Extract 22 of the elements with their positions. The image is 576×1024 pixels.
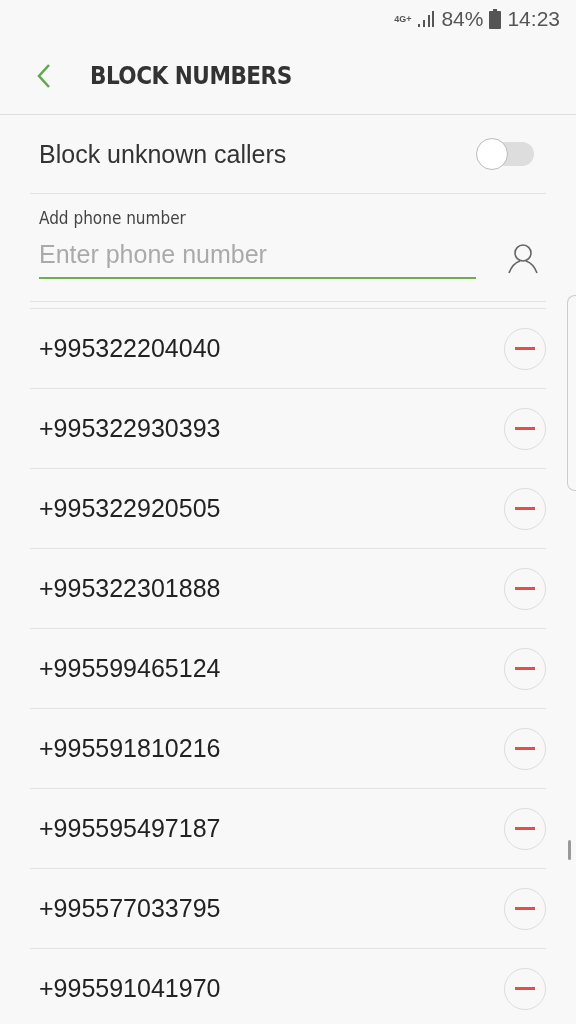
page-title: BLOCK NUMBERS: [90, 62, 292, 90]
field-label: Add phone number: [39, 208, 187, 228]
battery-percent: 84%: [441, 7, 484, 31]
phone-number: +995599465124: [39, 654, 221, 683]
signal-icon: [417, 10, 436, 28]
phone-number-field[interactable]: Enter phone number: [39, 236, 476, 279]
battery-icon: [489, 9, 502, 29]
clock-time: 14:23: [507, 7, 560, 31]
phone-number: +995595497187: [39, 814, 221, 843]
phone-number: +995577033795: [39, 894, 221, 923]
setting-label: Block unknown callers: [39, 139, 287, 169]
phone-number: +995322301888: [39, 574, 221, 603]
phone-number: +995322920505: [39, 494, 221, 523]
scrollbar: [568, 840, 571, 860]
edge-panel-handle[interactable]: [567, 295, 576, 491]
network-type: 4G+: [394, 14, 412, 24]
phone-number: +995322204040: [39, 334, 221, 363]
phone-number: +995591041970: [39, 974, 221, 1003]
back-button[interactable]: [36, 63, 52, 89]
toggle-switch[interactable]: [476, 138, 536, 170]
phone-number: +995591810216: [39, 734, 221, 763]
phone-number: +995322930393: [39, 414, 221, 443]
